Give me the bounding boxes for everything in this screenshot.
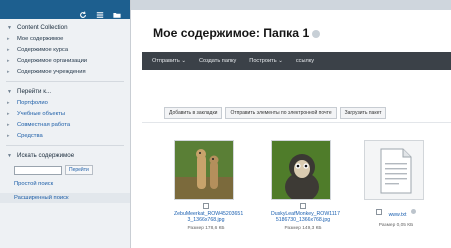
search-input[interactable] xyxy=(14,165,62,175)
toolbar-label: Построить xyxy=(249,58,277,64)
help-icon[interactable] xyxy=(312,29,321,38)
collapse-triangle-icon: ▼ xyxy=(7,24,12,31)
sidebar-item-label: Совместная работа xyxy=(17,121,71,128)
file-tile: DuskyLeafMonkey_ROW1117 5186730_1366x768… xyxy=(271,140,340,231)
sidebar-section-label: Искать содержимое xyxy=(17,152,75,159)
toolbar-label: Отправить xyxy=(152,58,180,64)
divider xyxy=(6,145,124,146)
sidebar: ▼ Content Collection ▸ Мое содержимое ▸ … xyxy=(0,0,131,248)
download-package-button[interactable]: Загрузить пакет xyxy=(339,107,387,119)
search-go-button[interactable]: Перейти xyxy=(65,165,93,175)
bullet-icon: ▸ xyxy=(7,99,10,106)
file-tile: www.txt Размер 0,05 КБ xyxy=(364,140,428,228)
item-info-icon[interactable] xyxy=(410,209,416,215)
main-content: Мое содержимое: Папка 1 Отправить ⌄ Созд… xyxy=(131,0,451,248)
sidebar-item-my-content[interactable]: ▸ Мое содержимое xyxy=(0,33,130,44)
create-folder-button[interactable]: Создать папку xyxy=(199,58,236,64)
select-checkbox[interactable] xyxy=(300,203,306,209)
file-size: Размер 149,3 КБ xyxy=(284,225,322,231)
text-document-icon[interactable] xyxy=(364,140,424,200)
bullet-icon: ▸ xyxy=(7,57,10,64)
sidebar-section-content-collection[interactable]: ▼ Content Collection xyxy=(0,22,130,33)
sidebar-item-learning-objects[interactable]: ▸ Учебные объекты xyxy=(0,108,130,119)
action-toolbar: Отправить ⌄ Создать папку Построить ⌄ сс… xyxy=(142,52,451,70)
email-items-button[interactable]: Отправить элементы по электронной почте xyxy=(225,107,337,119)
divider xyxy=(142,122,451,123)
folder-icon[interactable] xyxy=(113,6,121,18)
chevron-down-icon: ⌄ xyxy=(278,58,283,64)
file-name-row: www.txt xyxy=(364,203,428,221)
sidebar-item-organization-content[interactable]: ▸ Содержимое организации xyxy=(0,55,130,66)
chevron-down-icon: ⌄ xyxy=(181,58,186,64)
sidebar-item-portfolio[interactable]: ▸ Портфолио xyxy=(0,97,130,108)
refresh-icon[interactable] xyxy=(79,6,87,18)
link-button[interactable]: ссылку xyxy=(296,58,314,64)
collapse-triangle-icon: ▼ xyxy=(7,88,12,95)
sidebar-item-tools[interactable]: ▸ Средства xyxy=(0,130,130,141)
sidebar-section-label: Перейти к... xyxy=(17,88,52,95)
sidebar-section-goto[interactable]: ▼ Перейти к... xyxy=(0,86,130,97)
file-tile: ZebuMeerkat_ROW45203651 3_1366x768.jpg Р… xyxy=(174,140,243,231)
file-name-link[interactable]: www.txt xyxy=(389,212,407,218)
bookmark-button[interactable]: Добавить в закладки xyxy=(164,107,223,119)
sidebar-item-label: Содержимое организации xyxy=(17,57,88,64)
sidebar-item-course-content[interactable]: ▸ Содержимое курса xyxy=(0,44,130,55)
sidebar-item-label: Учебные объекты xyxy=(17,110,66,117)
monkey-photo-icon[interactable] xyxy=(271,140,331,200)
sidebar-section-label: Content Collection xyxy=(17,24,68,31)
bullet-icon: ▸ xyxy=(7,68,10,75)
file-name-link[interactable]: ZebuMeerkat_ROW45203651 3_1366x768.jpg xyxy=(174,211,243,224)
divider xyxy=(6,81,124,82)
sidebar-item-label: Содержимое учреждения xyxy=(17,68,86,75)
file-name-link[interactable]: DuskyLeafMonkey_ROW1117 5186730_1366x768… xyxy=(271,211,340,224)
collapse-triangle-icon: ▼ xyxy=(7,152,12,159)
upload-menu-button[interactable]: Отправить ⌄ xyxy=(152,58,186,64)
file-size: Размер 0,05 КБ xyxy=(378,223,414,228)
advanced-search-link[interactable]: Расширенный поиск xyxy=(0,193,130,203)
file-size: Размер 178,6 КБ xyxy=(187,225,225,231)
build-menu-button[interactable]: Построить ⌄ xyxy=(249,58,283,64)
bullet-icon: ▸ xyxy=(7,35,10,42)
item-actions-bar: Добавить в закладки Отправить элементы п… xyxy=(164,107,387,119)
sidebar-item-label: Мое содержимое xyxy=(17,35,64,42)
bullet-icon: ▸ xyxy=(7,110,10,117)
sidebar-item-label: Портфолио xyxy=(17,99,48,106)
sidebar-topbar xyxy=(0,0,130,19)
select-checkbox[interactable] xyxy=(376,208,383,215)
search-row: Перейти xyxy=(0,165,130,175)
sidebar-section-search[interactable]: ▼ Искать содержимое xyxy=(0,150,130,161)
bullet-icon: ▸ xyxy=(7,121,10,128)
sidebar-item-label: Средства xyxy=(17,132,43,139)
list-icon[interactable] xyxy=(96,6,104,18)
simple-search-link[interactable]: Простой поиск xyxy=(0,179,130,189)
page-title: Мое содержимое: Папка 1 xyxy=(153,26,321,40)
select-checkbox[interactable] xyxy=(203,203,209,209)
sidebar-item-label: Содержимое курса xyxy=(17,46,69,53)
page-title-text: Мое содержимое: Папка 1 xyxy=(153,26,310,40)
sidebar-item-collaboration[interactable]: ▸ Совместная работа xyxy=(0,119,130,130)
main-top-strip xyxy=(131,0,451,10)
sidebar-item-institution-content[interactable]: ▸ Содержимое учреждения xyxy=(0,66,130,77)
bullet-icon: ▸ xyxy=(7,132,10,139)
bullet-icon: ▸ xyxy=(7,46,10,53)
meerkat-photo-icon[interactable] xyxy=(174,140,234,200)
